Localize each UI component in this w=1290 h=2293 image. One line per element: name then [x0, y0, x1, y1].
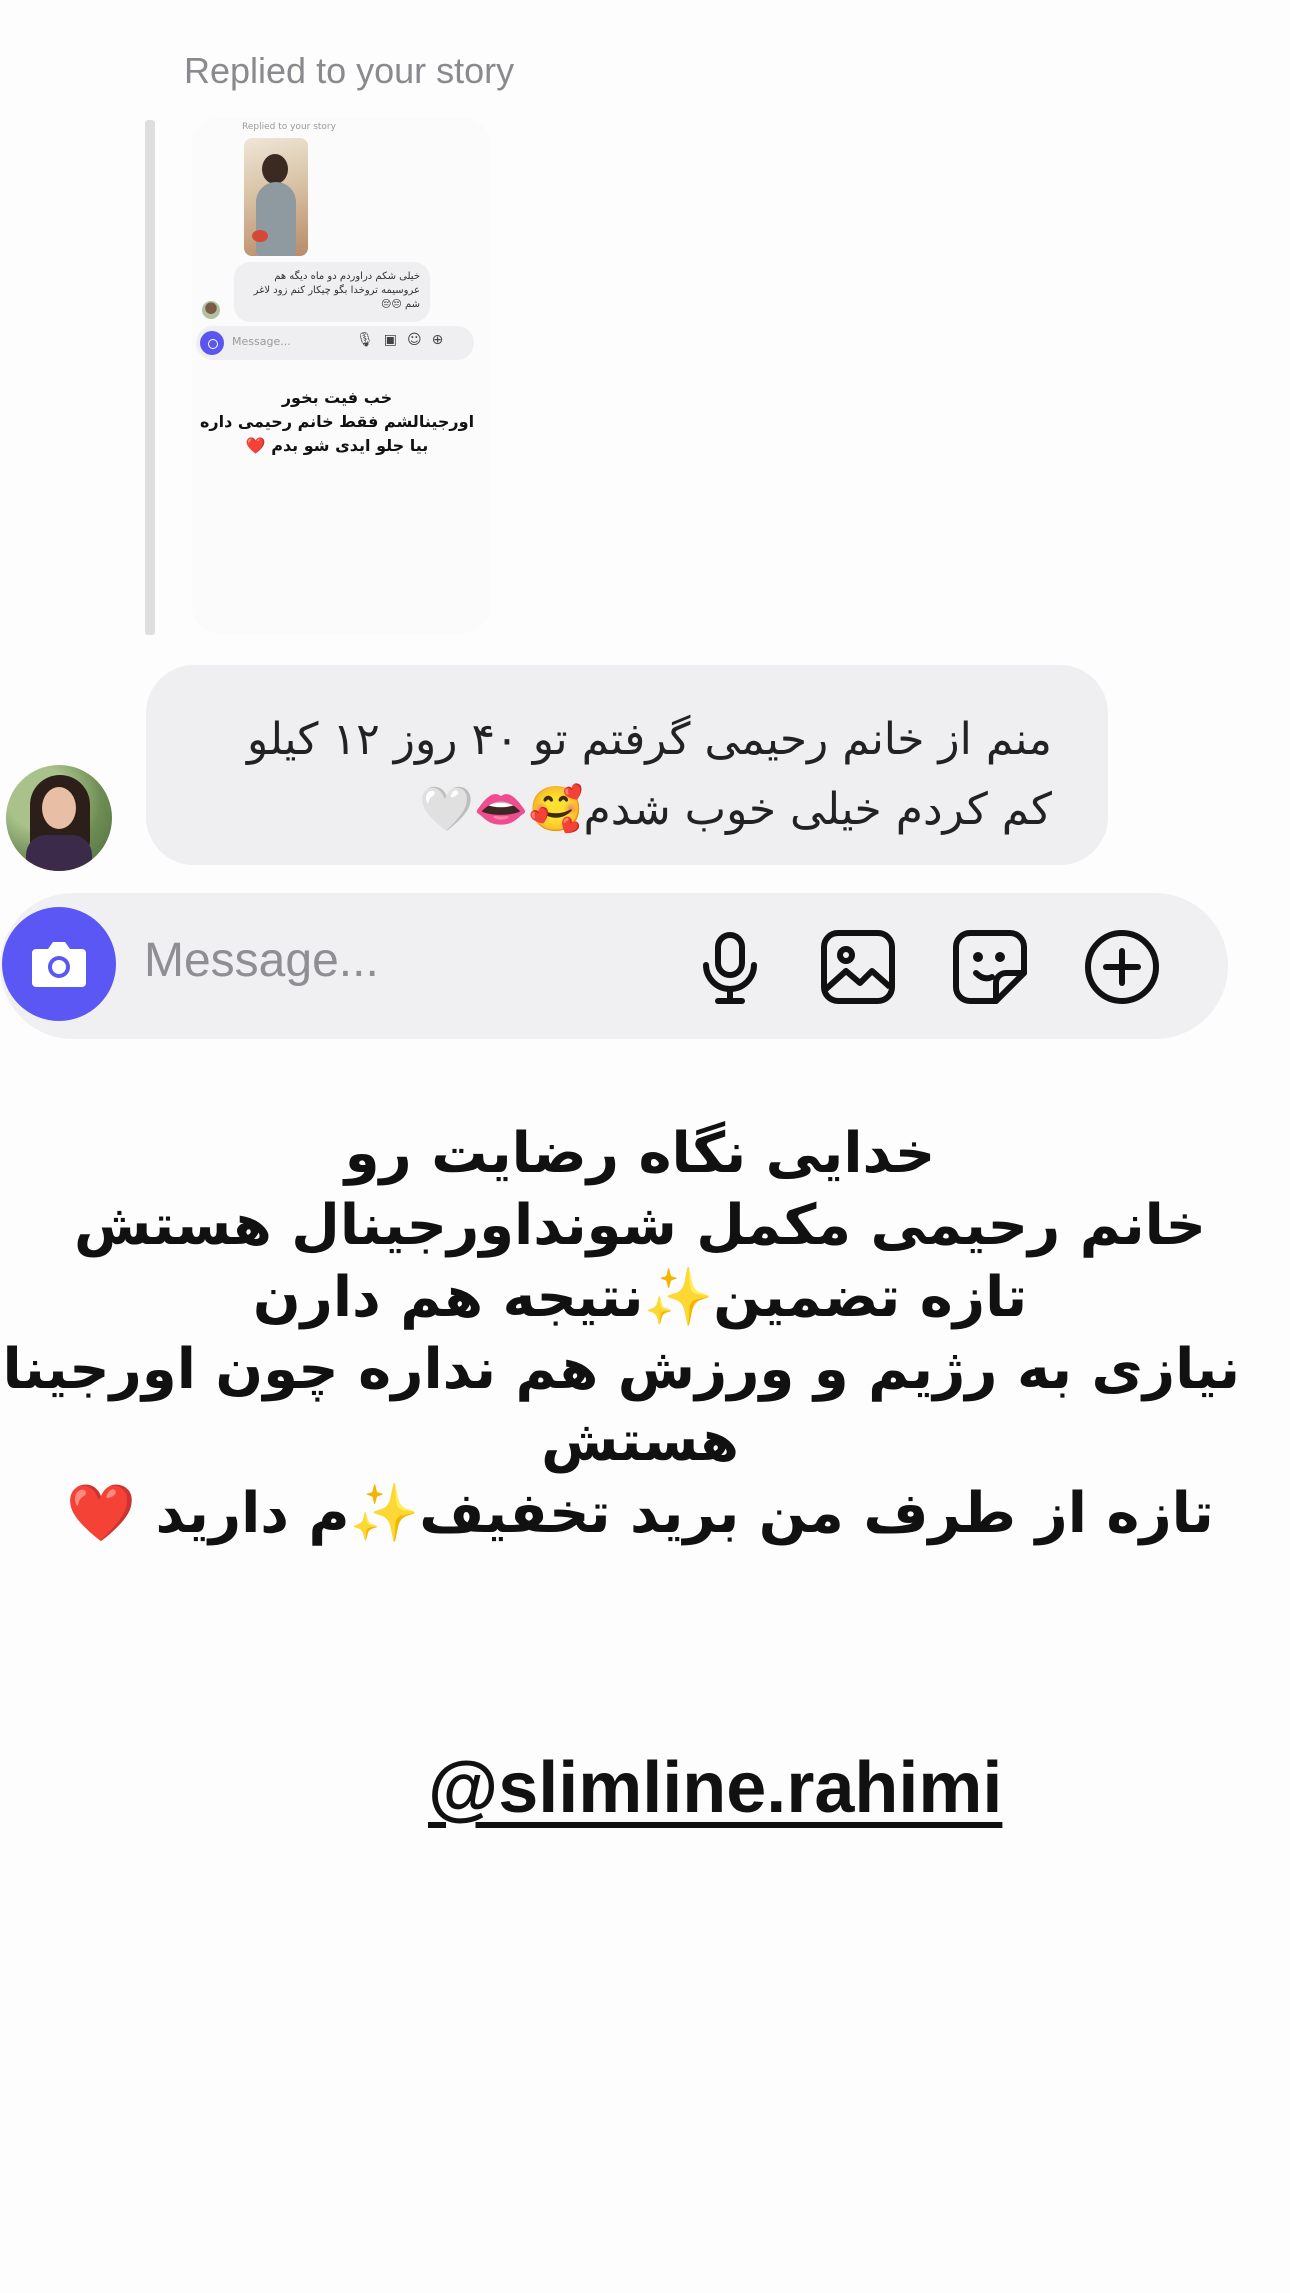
plus-icon[interactable]	[1082, 927, 1162, 1007]
microphone-icon[interactable]	[690, 927, 770, 1007]
caption-line: تازه تضمین✨نتیجه هم دارن	[252, 1265, 1028, 1330]
threads-handle[interactable]: @slimline.rahimi	[390, 1725, 1140, 1845]
message-line: کم کردم خیلی خوب شدم🥰👄🤍	[419, 784, 1052, 835]
preview-replied-label: Replied to your story	[242, 122, 336, 132]
quote-bar	[145, 120, 155, 635]
preview-story-photo	[244, 138, 308, 256]
preview-caption-line: خب فیت بخور	[281, 388, 393, 407]
handle-text[interactable]: @slimline.rahimi	[428, 1747, 1002, 1829]
message-line: منم از خانم رحیمی گرفتم تو ۴۰ روز ۱۲ کیل…	[246, 714, 1052, 765]
preview-toolbar-icons: 🎙▣☺⊕	[356, 332, 454, 348]
caption-line: خدایی نگاه رضایت رو	[344, 1121, 936, 1186]
preview-input-placeholder: Message...	[232, 335, 291, 348]
preview-message-input: Message... 🎙▣☺⊕	[196, 326, 474, 360]
story-caption: خدایی نگاه رضایت رو خانم رحیمی مکمل شوند…	[0, 1118, 1240, 1550]
preview-camera-icon	[200, 331, 224, 355]
message-bubble[interactable]: منم از خانم رحیمی گرفتم تو ۴۰ روز ۱۲ کیل…	[146, 665, 1108, 865]
story-reply-label: Replied to your story	[184, 50, 515, 91]
caption-line: هستش	[541, 1409, 739, 1474]
preview-message-bubble: خیلی شکم دراوردم دو ماه دیگه هم عروسیمه …	[234, 262, 430, 322]
caption-line: خانم رحیمی مکمل شونداورجینال هستش	[73, 1193, 1207, 1258]
preview-caption-line: اورجینالشم فقط خانم رحیمی داره	[199, 412, 475, 431]
message-composer[interactable]: Message...	[0, 893, 1228, 1039]
camera-icon[interactable]	[2, 907, 116, 1021]
message-input-placeholder[interactable]: Message...	[144, 933, 379, 988]
preview-caption-line: بیا جلو ایدی شو بدم ❤️	[245, 436, 429, 455]
gallery-icon[interactable]	[818, 927, 898, 1007]
preview-avatar	[202, 301, 220, 319]
sender-avatar[interactable]	[6, 765, 112, 871]
caption-line: تازه از طرف من برید تخفیف✨م دارید ❤️	[66, 1481, 1214, 1546]
caption-line: نیازی به رژیم و ورزش هم نداره چون اورجین…	[0, 1337, 1240, 1402]
preview-caption: خب فیت بخور اورجینالشم فقط خانم رحیمی دا…	[192, 386, 482, 458]
story-preview[interactable]: Replied to your story خیلی شکم دراوردم د…	[192, 118, 490, 633]
sticker-icon[interactable]	[950, 927, 1030, 1007]
